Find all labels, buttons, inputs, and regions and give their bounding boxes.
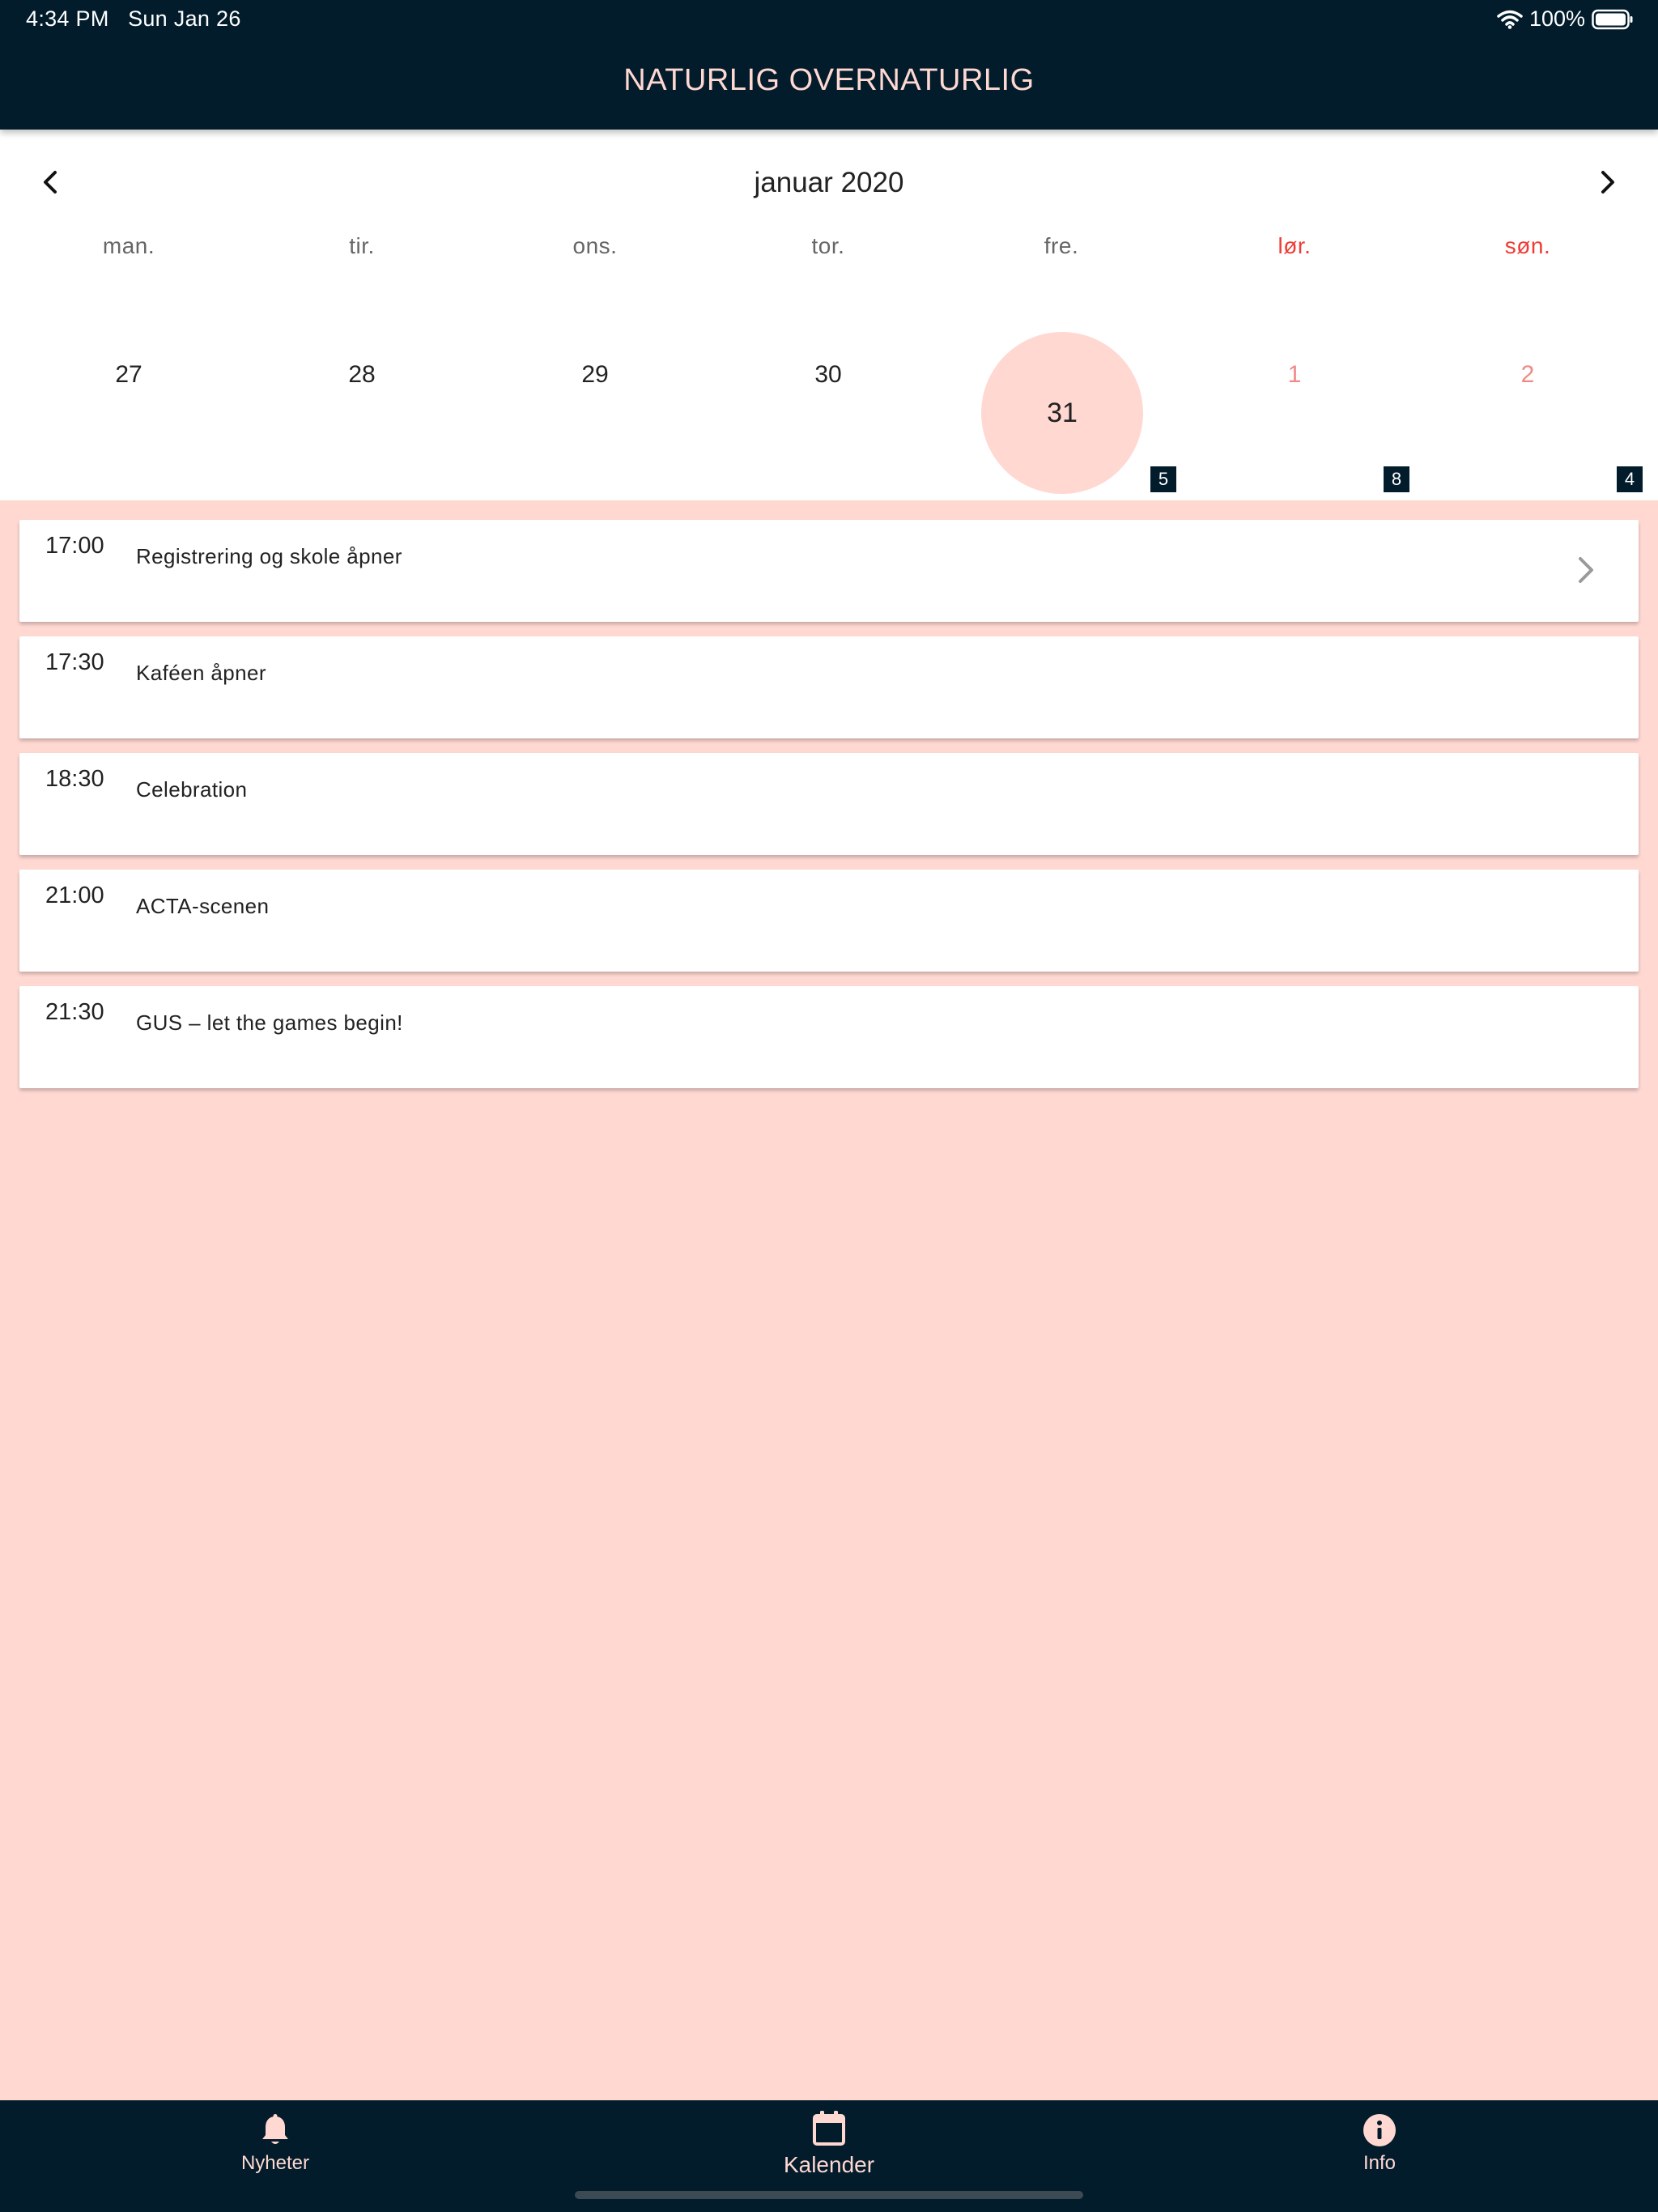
calendar-week-view: januar 2020 man. tir. ons. tor. fre. lør… [0,130,1658,500]
tab-info[interactable]: Info [1258,2113,1501,2175]
info-icon [1363,2114,1396,2146]
event-card[interactable]: 18:30 Celebration [19,753,1639,855]
tab-news-label: Nyheter [240,2152,310,2174]
event-title: Kaféen åpner [136,661,266,685]
event-list: 17:00 Registrering og skole åpner 17:30 … [19,520,1639,1103]
calendar-icon [813,2111,845,2146]
event-card[interactable]: 21:00 ACTA-scenen [19,870,1639,972]
tab-calendar[interactable]: Kalender [708,2110,950,2178]
status-indicators: 100% [1497,6,1634,32]
event-card[interactable]: 17:30 Kaféen åpner [19,636,1639,738]
status-time: 4:34 PM Sun Jan 26 [26,6,241,32]
event-title: Registrering og skole åpner [136,544,402,568]
month-title: januar 2020 [754,167,904,198]
event-count-badge-sunday: 4 [1617,466,1643,492]
tab-info-label: Info [1363,2152,1397,2174]
event-time: 17:00 [45,533,104,559]
day-29[interactable]: 29 [478,361,712,389]
tab-calendar-label: Kalender [783,2152,875,2177]
day-1[interactable]: 1 [1178,361,1411,389]
tab-news[interactable]: Nyheter [154,2113,397,2175]
event-time: 21:30 [45,999,104,1025]
chevron-right-icon [1579,557,1593,583]
event-card[interactable]: 17:00 Registrering og skole åpner [19,520,1639,622]
event-count-badge-saturday: 8 [1384,466,1409,492]
event-card[interactable]: 21:30 GUS – let the games begin! [19,986,1639,1088]
weekday-tuesday: tir. [349,233,375,258]
status-clock: 4:34 PM [26,6,109,31]
chevron-right-icon [1601,171,1614,194]
app-header: 4:34 PM Sun Jan 26 100% NATURLIG OVERNAT… [0,0,1658,130]
battery-icon [1592,9,1633,29]
status-date: Sun Jan 26 [128,6,241,31]
battery-percent: 100% [1528,6,1585,31]
event-time: 17:30 [45,649,104,675]
event-title: GUS – let the games begin! [136,1010,403,1035]
day-28[interactable]: 28 [245,361,478,389]
home-indicator [575,2191,1083,2199]
selected-day-31[interactable]: 31 [981,332,1143,494]
day-2[interactable]: 2 [1411,361,1644,389]
next-week-button[interactable] [1587,162,1627,202]
event-time: 18:30 [45,766,104,792]
event-title: ACTA-scenen [136,894,270,918]
weekday-saturday: lør. [1278,233,1312,258]
event-time: 21:00 [45,883,104,908]
event-count-badge-friday: 5 [1150,466,1176,492]
weekday-monday: man. [102,233,155,258]
bell-icon [262,2114,288,2144]
weekday-wednesday: ons. [572,233,618,258]
weekday-thursday: tor. [811,233,845,258]
app-title: NATURLIG OVERNATURLIG [623,63,1035,97]
day-30[interactable]: 30 [712,361,945,389]
day-27[interactable]: 27 [12,361,245,389]
event-title: Celebration [136,777,248,802]
wifi-icon [1497,10,1523,29]
weekday-sunday: søn. [1504,233,1551,258]
weekday-friday: fre. [1044,233,1079,258]
